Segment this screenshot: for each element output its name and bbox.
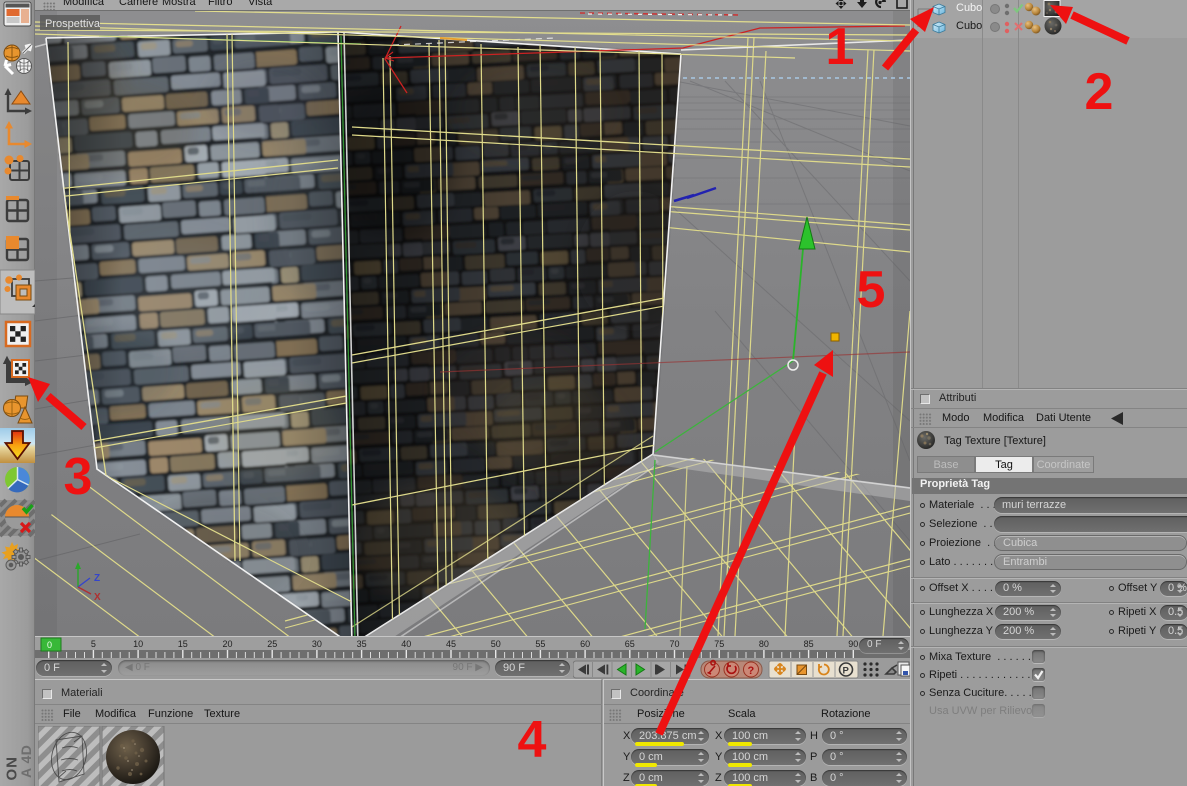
svg-text:2: 2	[1085, 63, 1114, 121]
svg-text:4: 4	[518, 711, 547, 769]
svg-text:1: 1	[826, 18, 855, 76]
svg-text:3: 3	[64, 448, 93, 506]
svg-text:5: 5	[857, 261, 886, 319]
